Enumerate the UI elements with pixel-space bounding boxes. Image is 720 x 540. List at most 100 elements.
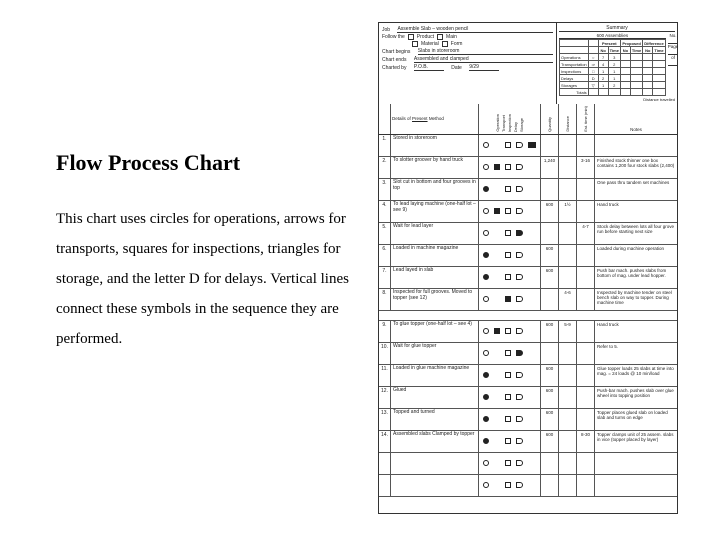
step-number: 12.: [379, 387, 391, 408]
delay-icon: [516, 350, 523, 356]
step-time: [577, 365, 595, 386]
step-symbols: [479, 365, 541, 386]
delay-icon: [516, 482, 523, 488]
delay-icon: [516, 142, 523, 148]
storage-icon: [528, 328, 536, 334]
summary-title: Summary: [559, 25, 675, 32]
step-note: Glue topper loads 25 slabs at time into …: [595, 365, 677, 386]
operation-icon: [483, 328, 489, 334]
product-label: Product: [417, 34, 434, 40]
inspection-icon: [505, 230, 511, 236]
step-symbols: [479, 321, 541, 342]
step-qty: 600: [541, 431, 559, 452]
step-qty: [541, 179, 559, 200]
transport-icon: [494, 438, 500, 444]
step-qty: 600: [541, 267, 559, 288]
steps-group-1: 1.Stored in storeroom2.To slotter groove…: [379, 135, 677, 311]
operation-icon: [483, 416, 489, 422]
step-desc: To glue topper (one-half lot – see 4): [391, 321, 479, 342]
step-note: Stock delay between lots all four grove …: [595, 223, 677, 244]
operation-icon: [483, 142, 489, 148]
operation-icon: [483, 394, 489, 400]
inspection-icon: [505, 482, 511, 488]
step-symbols: [479, 431, 541, 452]
step-desc: Loaded in machine magazine: [391, 245, 479, 266]
delay-icon: [516, 164, 523, 170]
step-note: Topper places glued slab on loaded slab …: [595, 409, 677, 430]
inspection-icon: [505, 350, 511, 356]
step-symbols: [479, 223, 541, 244]
chart-begins-value: Slabs in storeroom: [418, 48, 553, 55]
material-label: Material: [421, 41, 439, 47]
step-row: 8.Inspected for full grooves. Moved to t…: [379, 289, 677, 311]
main-checkbox[interactable]: [437, 34, 443, 40]
step-row: 7.Lead layed in slab600Push bar mach. pu…: [379, 267, 677, 289]
step-dist: [559, 223, 577, 244]
step-time: [577, 201, 595, 222]
step-number: 9.: [379, 321, 391, 342]
step-note: Push bar mach. pushes slabs from bottom …: [595, 267, 677, 288]
step-dist: [559, 135, 577, 156]
chart-ends-value: Assembled and clamped: [414, 56, 553, 63]
step-note: Hand truck: [595, 321, 677, 342]
step-qty: 600: [541, 245, 559, 266]
main-label: Main: [446, 34, 457, 40]
step-qty: 600: [541, 201, 559, 222]
charted-by-label: Charted by: [382, 65, 406, 71]
chart-ends-label: Chart ends: [382, 57, 406, 63]
step-desc: Topped and turned: [391, 409, 479, 430]
operation-icon: [483, 274, 489, 280]
step-symbols: [479, 245, 541, 266]
step-symbols: [479, 135, 541, 156]
storage-icon: [528, 274, 536, 280]
step-qty: 600: [541, 409, 559, 430]
storage-icon: [528, 142, 536, 148]
material-checkbox[interactable]: [412, 41, 418, 47]
step-row: 4.To lead laying machine (one-half lot –…: [379, 201, 677, 223]
delay-icon: [516, 394, 523, 400]
step-qty: [541, 223, 559, 244]
transport-icon: [494, 460, 500, 466]
operation-icon: [483, 208, 489, 214]
storage-icon: [528, 394, 536, 400]
step-number: 13.: [379, 409, 391, 430]
page-title: Flow Process Chart: [56, 150, 366, 176]
step-note: Loaded during machine operation: [595, 245, 677, 266]
step-desc: To lead laying machine (one-half lot – s…: [391, 201, 479, 222]
step-note: One pass thru tandem set machines: [595, 179, 677, 200]
step-qty: 600: [541, 365, 559, 386]
step-desc: Glued: [391, 387, 479, 408]
operation-icon: [483, 296, 489, 302]
storage-icon: [528, 252, 536, 258]
inspection-icon: [505, 252, 511, 258]
job-label: Job: [382, 27, 390, 33]
step-time: [577, 135, 595, 156]
step-dist: [559, 245, 577, 266]
date-label: Date: [451, 65, 462, 71]
step-time: [577, 343, 595, 364]
inspection-icon: [505, 296, 511, 302]
step-dist: [559, 179, 577, 200]
product-checkbox[interactable]: [408, 34, 414, 40]
step-dist: 5-9: [559, 321, 577, 342]
step-time: [577, 409, 595, 430]
transport-icon: [494, 350, 500, 356]
delay-icon: [516, 372, 523, 378]
step-symbols: [479, 289, 541, 310]
inspection-icon: [505, 274, 511, 280]
step-row: 5.Wait for lead layer4-7Stock delay betw…: [379, 223, 677, 245]
steps-group-2: 9.To glue topper (one-half lot – see 4) 6…: [379, 321, 677, 453]
step-dist: 1½: [559, 201, 577, 222]
step-time: [577, 267, 595, 288]
storage-icon: [528, 164, 536, 170]
form-checkbox[interactable]: [442, 41, 448, 47]
step-qty: [541, 289, 559, 310]
step-desc: Slot cut in bottom and four grooves in t…: [391, 179, 479, 200]
step-qty: 1,240: [541, 157, 559, 178]
delay-icon: [516, 296, 523, 302]
step-dist: 4-6: [559, 289, 577, 310]
column-header: Details of Present Method Operation Tran…: [379, 104, 677, 135]
inspection-icon: [505, 186, 511, 192]
inspection-icon: [505, 438, 511, 444]
transport-icon: [494, 372, 500, 378]
